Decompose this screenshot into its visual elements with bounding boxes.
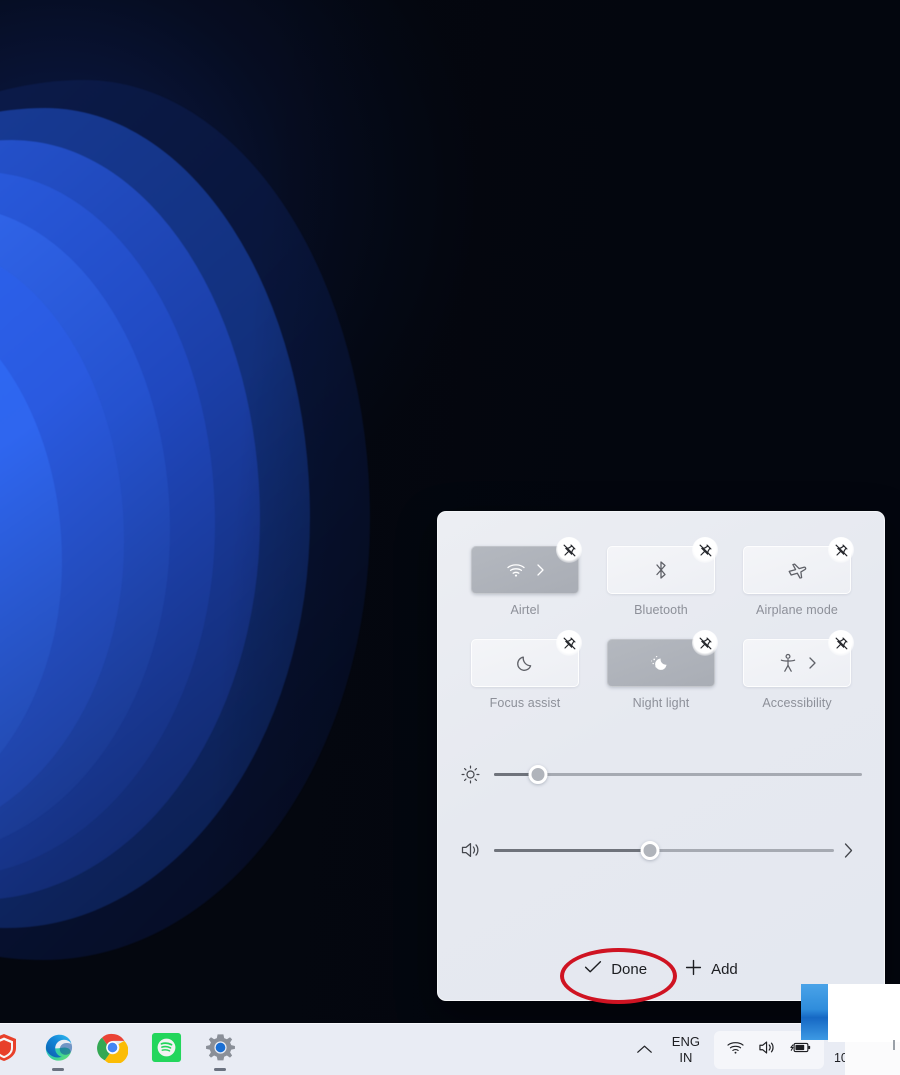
unpin-icon[interactable] [692,537,718,563]
running-indicator [52,1067,64,1071]
night-light-icon [650,653,672,673]
quick-tile-airplane-button[interactable] [743,537,854,594]
slider-thumb[interactable] [640,840,660,860]
quick-tile-accessibility-button[interactable] [743,630,854,687]
quick-tile-wifi[interactable]: Airtel [460,537,590,617]
slider-thumb[interactable] [528,764,548,784]
brightness-icon [460,764,494,785]
unpin-icon[interactable] [556,537,582,563]
quick-tile-focus-assist-button[interactable] [471,630,582,687]
chevron-up-icon[interactable] [628,1044,662,1055]
done-label: Done [611,960,648,978]
taskbar-app-chrome[interactable] [92,1030,132,1070]
red-app-icon [0,1031,20,1068]
done-button[interactable]: Done [578,956,653,982]
settings-gear-icon [205,1032,236,1068]
battery-charging-icon[interactable] [790,1040,812,1060]
taskbar-app-edge[interactable] [38,1030,78,1071]
screenshot-artifact-blue-bar [801,984,828,1040]
check-icon [584,960,602,978]
taskbar-app-list [0,1030,240,1071]
brightness-slider[interactable] [494,764,862,784]
screenshot-artifact-tick [893,1040,895,1050]
desktop-screen: Airtel Bluetooth Airplane mode Focus ass… [0,0,900,1075]
taskbar-app-red[interactable] [0,1030,24,1070]
spotify-icon [151,1032,182,1068]
screenshot-artifact-white-box [828,984,900,1042]
quick-tile-accessibility[interactable]: Accessibility [732,630,862,710]
moon-icon [515,653,535,673]
quick-tile-label: Focus assist [489,696,561,710]
brightness-slider-row[interactable] [438,752,884,796]
wifi-icon [506,562,526,578]
language-line-1: ENG [671,1033,700,1049]
quick-tile-label: Accessibility [762,696,832,710]
quick-tile-bluetooth[interactable]: Bluetooth [596,537,726,617]
add-label: Add [711,960,738,978]
taskbar-app-settings[interactable] [200,1030,240,1071]
chevron-right-icon[interactable] [808,656,817,670]
airplane-icon [786,560,808,580]
taskbar[interactable]: ENG IN [0,1023,900,1075]
unpin-icon[interactable] [556,630,582,656]
quick-tile-label: Airtel [510,603,540,617]
wifi-icon[interactable] [726,1040,745,1060]
quick-tile-focus-assist[interactable]: Focus assist [460,630,590,710]
volume-icon [460,840,494,860]
slider-track [494,772,862,776]
unpin-icon[interactable] [828,630,854,656]
running-indicator [214,1067,226,1071]
edge-icon [43,1032,74,1068]
quick-settings-panel[interactable]: Airtel Bluetooth Airplane mode Focus ass… [437,511,885,1001]
unpin-icon[interactable] [828,537,854,563]
slider-fill [494,848,651,852]
chrome-icon [96,1032,128,1068]
quick-settings-tile-grid: Airtel Bluetooth Airplane mode Focus ass… [438,512,884,710]
volume-expand-chevron-right-icon[interactable] [834,842,862,859]
accessibility-icon [778,653,798,673]
volume-slider-row[interactable] [438,828,884,872]
quick-tile-night-light[interactable]: Night light [596,630,726,710]
language-line-2: IN [679,1049,693,1065]
taskbar-app-spotify[interactable] [146,1030,186,1070]
quick-tile-wifi-button[interactable] [471,537,582,594]
quick-tile-night-light-button[interactable] [607,630,718,687]
quick-tile-bluetooth-button[interactable] [607,537,718,594]
quick-tile-label: Night light [632,696,690,710]
quick-tile-airplane[interactable]: Airplane mode [732,537,862,617]
plus-icon [685,959,702,980]
bluetooth-icon [654,559,668,581]
quick-tile-label: Airplane mode [756,603,838,617]
chevron-right-icon[interactable] [536,563,545,577]
add-button[interactable]: Add [679,955,744,984]
volume-slider[interactable] [494,840,834,860]
language-indicator[interactable]: ENG IN [662,1034,710,1066]
quick-tile-label: Bluetooth [634,603,688,617]
screenshot-artifact-white-box-lower [845,1042,900,1075]
unpin-icon[interactable] [692,630,718,656]
volume-icon[interactable] [758,1039,777,1061]
